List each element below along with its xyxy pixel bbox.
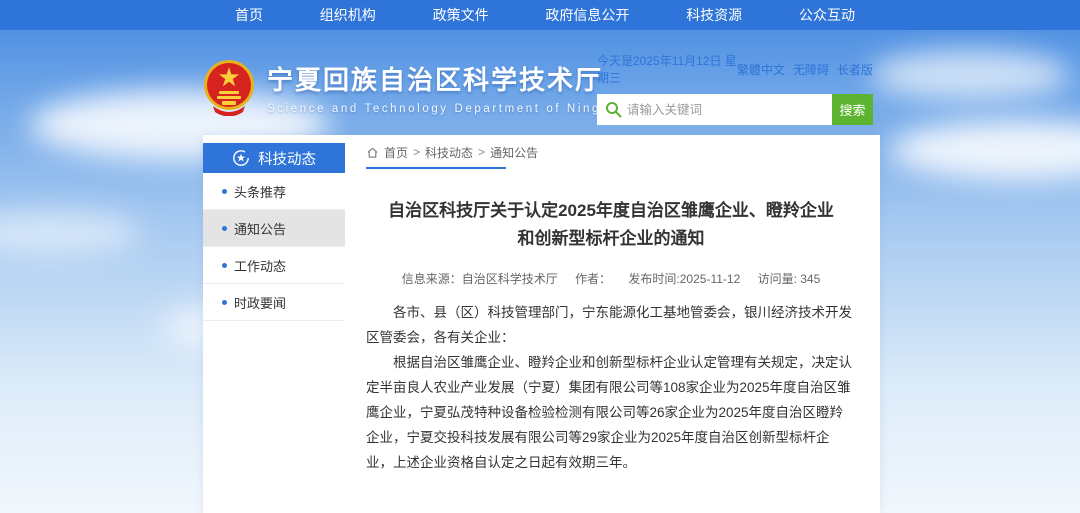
sidebar-title: 科技动态 bbox=[258, 148, 316, 169]
bullet-dot-icon bbox=[222, 263, 227, 268]
meta-publish-time: 发布时间:2025-11-12 bbox=[628, 272, 740, 286]
nav-item-home[interactable]: 首页 bbox=[235, 5, 263, 25]
sidebar-item-notices[interactable]: 通知公告 bbox=[203, 210, 345, 247]
top-navigation: 首页 组织机构 政策文件 政府信息公开 科技资源 公众互动 bbox=[0, 0, 1080, 30]
sidebar-header: 科技动态 bbox=[203, 143, 345, 173]
star-circle-icon bbox=[232, 149, 250, 167]
article-title-line1: 自治区科技厅关于认定2025年度自治区雏鹰企业、瞪羚企业 bbox=[366, 197, 856, 225]
meta-source: 信息来源：自治区科学技术厅 bbox=[402, 272, 558, 286]
article-body: 各市、县（区）科技管理部门，宁东能源化工基地管委会，银川经济技术开发区管委会，各… bbox=[366, 301, 856, 476]
sidebar-item-current-politics[interactable]: 时政要闻 bbox=[203, 284, 345, 321]
nav-item-tech-resources[interactable]: 科技资源 bbox=[686, 5, 742, 25]
breadcrumb-tech-news[interactable]: 科技动态 bbox=[425, 144, 473, 161]
site-title: 宁夏回族自治区科学技术厅 bbox=[267, 60, 623, 97]
nav-item-policy-documents[interactable]: 政策文件 bbox=[433, 5, 489, 25]
header-utilities: 今天是2025年11月12日 星期三 繁體中文 无障碍 长者版 搜索 bbox=[597, 52, 873, 125]
nav-item-public-interaction[interactable]: 公众互动 bbox=[799, 5, 855, 25]
cloud-decoration bbox=[0, 210, 140, 255]
home-icon bbox=[366, 146, 379, 159]
article-meta: 信息来源：自治区科学技术厅 作者： 发布时间:2025-11-12 访问量: 3… bbox=[366, 270, 856, 287]
article-paragraph: 根据自治区雏鹰企业、瞪羚企业和创新型标杆企业认定管理有关规定，决定认定半亩良人农… bbox=[366, 351, 856, 476]
nav-item-gov-info-disclosure[interactable]: 政府信息公开 bbox=[545, 5, 629, 25]
bullet-dot-icon bbox=[222, 300, 227, 305]
cloud-decoration bbox=[870, 50, 1070, 100]
national-emblem-logo bbox=[203, 58, 255, 116]
bullet-dot-icon bbox=[222, 189, 227, 194]
sidebar-item-work-dynamics[interactable]: 工作动态 bbox=[203, 247, 345, 284]
site-subtitle: Science and Technology Department of Nin… bbox=[267, 103, 623, 115]
main-content-panel: 科技动态 头条推荐 通知公告 工作动态 时政要闻 首页 > 科技动态 > bbox=[203, 135, 880, 513]
link-traditional-chinese[interactable]: 繁體中文 bbox=[737, 61, 785, 78]
article-title: 自治区科技厅关于认定2025年度自治区雏鹰企业、瞪羚企业 和创新型标杆企业的通知 bbox=[366, 197, 856, 253]
link-elder-version[interactable]: 长者版 bbox=[837, 61, 873, 78]
sidebar-item-headlines[interactable]: 头条推荐 bbox=[203, 173, 345, 210]
breadcrumb-home[interactable]: 首页 bbox=[384, 144, 408, 161]
article-paragraph: 各市、县（区）科技管理部门，宁东能源化工基地管委会，银川经济技术开发区管委会，各… bbox=[366, 301, 856, 351]
search-input[interactable] bbox=[597, 94, 832, 125]
meta-author: 作者： bbox=[575, 272, 611, 286]
breadcrumb-notices[interactable]: 通知公告 bbox=[490, 144, 538, 161]
nav-item-organization[interactable]: 组织机构 bbox=[320, 5, 376, 25]
current-date: 今天是2025年11月12日 星期三 bbox=[597, 52, 737, 86]
breadcrumb-separator: > bbox=[413, 145, 420, 159]
search-button[interactable]: 搜索 bbox=[832, 94, 873, 125]
search-icon bbox=[605, 101, 622, 118]
breadcrumb-separator: > bbox=[478, 145, 485, 159]
bullet-dot-icon bbox=[222, 226, 227, 231]
meta-visit-count: 访问量: 345 bbox=[758, 272, 821, 286]
link-accessibility[interactable]: 无障碍 bbox=[793, 61, 829, 78]
article-title-line2: 和创新型标杆企业的通知 bbox=[366, 225, 856, 253]
sidebar-item-label: 头条推荐 bbox=[234, 182, 286, 201]
site-brand: 宁夏回族自治区科学技术厅 Science and Technology Depa… bbox=[203, 58, 623, 116]
cloud-decoration bbox=[890, 120, 1080, 180]
sidebar-item-label: 通知公告 bbox=[234, 219, 286, 238]
article-area: 首页 > 科技动态 > 通知公告 自治区科技厅关于认定2025年度自治区雏鹰企业… bbox=[363, 135, 880, 513]
sidebar-tech-news: 科技动态 头条推荐 通知公告 工作动态 时政要闻 bbox=[203, 143, 345, 321]
breadcrumb: 首页 > 科技动态 > 通知公告 bbox=[366, 135, 856, 169]
sidebar-item-label: 工作动态 bbox=[234, 256, 286, 275]
sidebar-item-label: 时政要闻 bbox=[234, 293, 286, 312]
